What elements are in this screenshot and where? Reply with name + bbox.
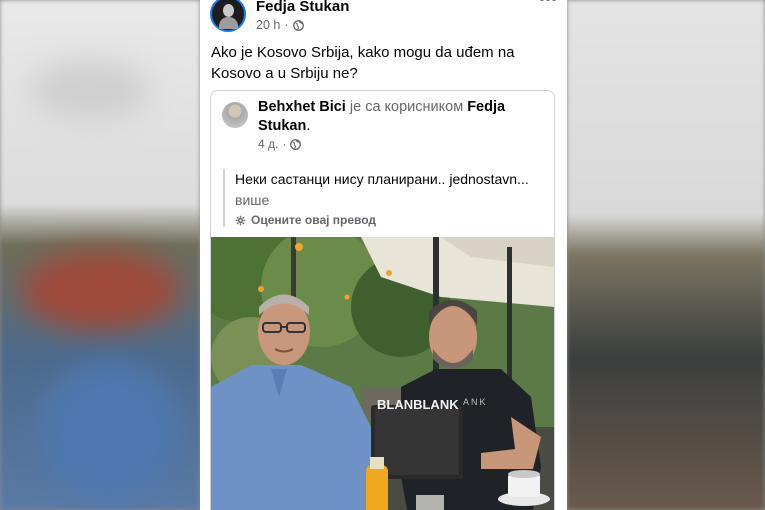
shared-meta-separator: · xyxy=(282,137,287,151)
facebook-post-card: Fedja Stukan 20 h · Ako je Kosovo Srbija… xyxy=(200,0,567,510)
more-options-button[interactable] xyxy=(539,0,557,2)
more-horizontal-icon xyxy=(540,0,556,1)
shared-author-avatar[interactable] xyxy=(222,102,248,128)
shared-author-name[interactable]: Behxhet Bici xyxy=(258,99,346,115)
author-name[interactable]: Fedja Stukan xyxy=(256,0,349,15)
title-period: . xyxy=(306,118,311,134)
shared-photo[interactable]: BLANBLANK ANK xyxy=(211,237,554,510)
shared-post-time[interactable]: 4 д. xyxy=(258,137,278,151)
see-more-link[interactable]: више xyxy=(235,192,269,208)
post-time[interactable]: 20 h xyxy=(256,18,280,32)
blurred-background-right xyxy=(567,0,765,510)
post-text: Ako je Kosovo Srbija, kako mogu da uđem … xyxy=(211,44,515,82)
gear-icon xyxy=(235,215,246,226)
book-title: BLANBLANK xyxy=(377,397,459,412)
shared-post-title: Behxhet Bici је са корисником Fedja Stuk… xyxy=(258,98,543,136)
globe-icon xyxy=(292,19,304,31)
shirt-print: ANK xyxy=(463,397,488,407)
cafe-photo-illustration: BLANBLANK ANK xyxy=(211,237,554,510)
author-avatar[interactable] xyxy=(210,0,246,32)
post-meta: 20 h · xyxy=(256,18,304,32)
rate-translation-link[interactable]: Оцените овај превод xyxy=(235,213,553,227)
quote-body: Неки састанци нису планирани.. jednostav… xyxy=(235,171,529,187)
with-text: је са корисником xyxy=(349,99,464,115)
globe-icon xyxy=(290,138,302,150)
shared-post[interactable]: Behxhet Bici је са корисником Fedja Stuk… xyxy=(210,90,555,510)
translate-label: Оцените овај превод xyxy=(251,213,377,227)
meta-separator: · xyxy=(284,18,289,32)
quote-text: Неки састанци нису планирани.. jednostav… xyxy=(235,169,553,211)
shared-post-meta: 4 д. · xyxy=(258,137,302,151)
blurred-background-left xyxy=(0,0,200,510)
translated-quote: Неки састанци нису планирани.. jednostav… xyxy=(223,169,553,227)
